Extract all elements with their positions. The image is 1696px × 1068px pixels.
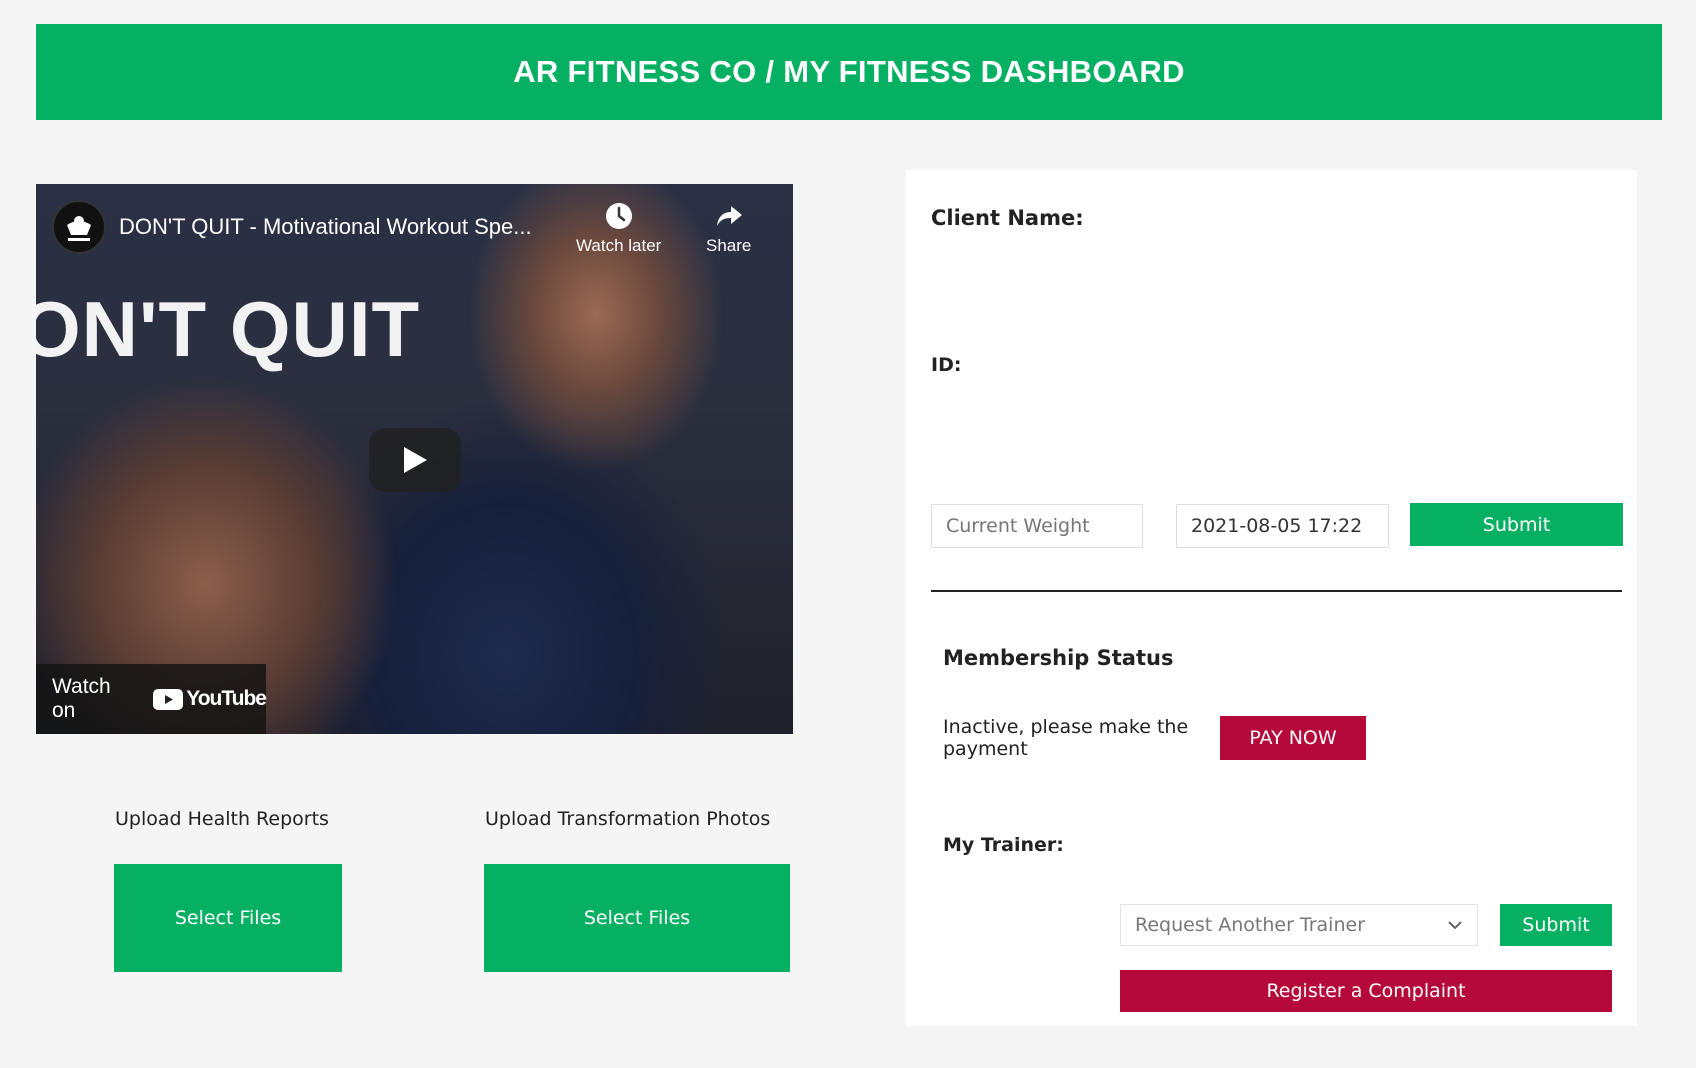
membership-status-text: Inactive, please make the payment (943, 716, 1189, 760)
trainer-submit-button[interactable]: Submit (1500, 904, 1612, 946)
share-label: Share (706, 236, 752, 255)
play-button[interactable] (369, 428, 461, 492)
weight-submit-button[interactable]: Submit (1410, 503, 1623, 546)
share-button[interactable]: Share (706, 202, 751, 256)
youtube-logo: YouTube (153, 687, 267, 711)
youtube-wordmark: YouTube (186, 687, 267, 710)
datetime-value: 2021-08-05 17:22 (1191, 515, 1363, 537)
youtube-play-icon (153, 688, 184, 710)
health-reports-select-files-button[interactable]: Select Files (114, 864, 342, 972)
pay-now-button[interactable]: PAY NOW (1220, 716, 1366, 760)
channel-logo-icon (67, 216, 91, 241)
section-divider (931, 590, 1622, 592)
channel-logo[interactable] (52, 200, 106, 254)
watch-later-button[interactable]: Watch later (576, 202, 661, 256)
chevron-down-icon (1448, 921, 1462, 930)
upload-health-reports-label: Upload Health Reports (115, 808, 329, 830)
transformation-photos-select-files-button[interactable]: Select Files (484, 864, 790, 972)
datetime-field[interactable]: 2021-08-05 17:22 (1176, 504, 1389, 548)
register-complaint-button[interactable]: Register a Complaint (1120, 970, 1612, 1012)
video-thumbnail-text: ON'T QUIT (36, 285, 421, 373)
watch-later-label: Watch later (576, 236, 662, 255)
id-label: ID: (931, 354, 962, 376)
client-name-label: Client Name: (931, 206, 1084, 230)
current-weight-input[interactable] (931, 504, 1143, 548)
page-header: AR FITNESS CO / MY FITNESS DASHBOARD (36, 24, 1662, 120)
page-title: AR FITNESS CO / MY FITNESS DASHBOARD (513, 54, 1185, 89)
play-icon (404, 447, 427, 473)
watch-on-youtube-link[interactable]: Watch on YouTube (36, 664, 267, 734)
my-trainer-label: My Trainer: (943, 834, 1064, 856)
trainer-select-value: Request Another Trainer (1135, 914, 1366, 936)
membership-status-heading: Membership Status (943, 646, 1174, 670)
share-icon (716, 206, 742, 226)
client-panel: Client Name: ID: 2021-08-05 17:22 Submit… (906, 170, 1637, 1026)
upload-transformation-photos-label: Upload Transformation Photos (485, 808, 771, 830)
watch-on-label: Watch on (52, 675, 111, 722)
video-title[interactable]: DON'T QUIT - Motivational Workout Spe... (119, 214, 532, 240)
trainer-select[interactable]: Request Another Trainer (1120, 904, 1478, 946)
video-embed[interactable]: ON'T QUIT DON'T QUIT - Motivational Work… (36, 184, 793, 734)
clock-icon (605, 203, 632, 229)
